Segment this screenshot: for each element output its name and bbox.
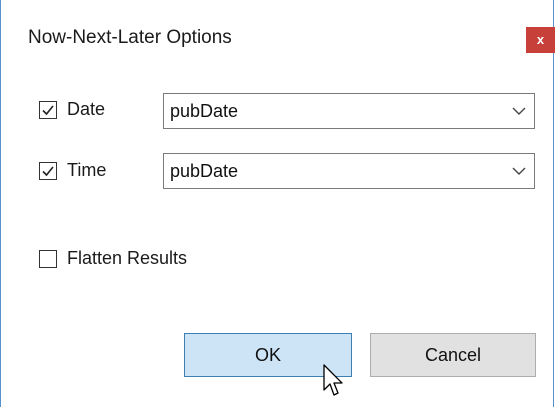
mouse-pointer-icon — [323, 364, 343, 396]
check-icon — [42, 166, 54, 177]
time-checkbox[interactable] — [39, 162, 57, 180]
date-checkbox[interactable] — [39, 101, 57, 119]
flatten-results-label: Flatten Results — [67, 248, 188, 268]
cancel-button[interactable]: Cancel — [370, 333, 536, 377]
check-icon — [42, 105, 54, 116]
time-label: Time — [67, 160, 107, 180]
close-button[interactable]: x — [526, 27, 555, 53]
options-dialog: Now-Next-Later Options x Date pubDate Ti… — [0, 0, 555, 407]
chevron-down-icon — [512, 167, 526, 175]
chevron-down-icon — [512, 107, 526, 115]
title-bar[interactable]: Now-Next-Later Options x — [1, 0, 555, 78]
flatten-results-checkbox[interactable] — [39, 250, 57, 268]
time-select-value: pubDate — [170, 161, 239, 181]
date-label: Date — [67, 99, 106, 119]
window-title: Now-Next-Later Options — [28, 27, 232, 48]
date-select-value: pubDate — [170, 101, 239, 121]
date-select[interactable]: pubDate — [163, 93, 535, 129]
time-select[interactable]: pubDate — [163, 153, 535, 189]
